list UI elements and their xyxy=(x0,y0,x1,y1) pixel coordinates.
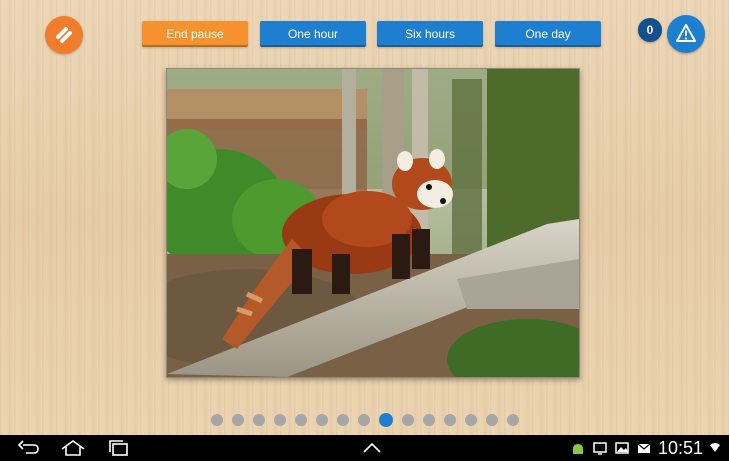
page-dot[interactable] xyxy=(401,414,414,426)
page-dot[interactable] xyxy=(273,414,286,426)
notification-count-badge: 0 xyxy=(638,18,662,42)
home-icon[interactable] xyxy=(60,439,86,457)
page-dot[interactable] xyxy=(464,414,477,426)
page-dot[interactable] xyxy=(294,414,307,426)
page-dot[interactable] xyxy=(315,414,328,426)
page-dot[interactable] xyxy=(231,414,244,426)
recent-apps-icon[interactable] xyxy=(108,439,130,457)
clock: 10:51 xyxy=(657,437,703,458)
page-dot[interactable] xyxy=(422,414,435,426)
page-dot[interactable] xyxy=(336,414,349,426)
main-photo[interactable] xyxy=(166,68,580,378)
page-indicator xyxy=(0,413,729,427)
logo-icon[interactable] xyxy=(45,16,83,54)
one-hour-button[interactable]: One hour xyxy=(260,21,366,47)
page-dot[interactable] xyxy=(485,414,498,426)
app-screen: End pause One hour Six hours One day 0 xyxy=(0,0,729,435)
six-hours-button[interactable]: Six hours xyxy=(377,21,483,47)
page-dot-active[interactable] xyxy=(378,413,393,427)
cast-icon xyxy=(593,442,607,455)
page-dot[interactable] xyxy=(252,414,265,426)
page-dot[interactable] xyxy=(443,414,456,426)
gallery-icon xyxy=(615,442,629,454)
warning-button[interactable] xyxy=(667,15,705,53)
android-debug-icon xyxy=(572,444,583,454)
status-area: 10:51 xyxy=(570,437,721,459)
warning-icon xyxy=(676,24,696,42)
system-navigation-bar: 10:51 xyxy=(0,435,729,461)
wifi-icon xyxy=(710,443,720,452)
back-icon[interactable] xyxy=(18,439,40,457)
gmail-icon xyxy=(637,443,651,453)
page-dot[interactable] xyxy=(357,414,370,426)
chevron-up-icon[interactable] xyxy=(362,441,382,455)
one-day-button[interactable]: One day xyxy=(495,21,601,47)
page-dot[interactable] xyxy=(506,414,519,426)
end-pause-button[interactable]: End pause xyxy=(142,21,248,47)
page-dot[interactable] xyxy=(210,414,223,426)
red-panda-photo xyxy=(167,69,579,377)
